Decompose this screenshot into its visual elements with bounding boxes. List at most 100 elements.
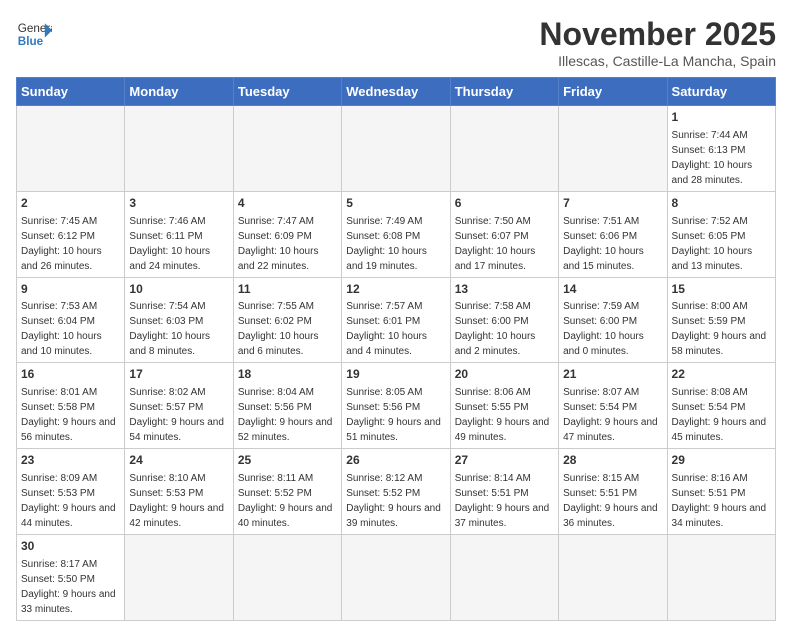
calendar-cell (125, 106, 233, 192)
day-info: Sunrise: 7:50 AM Sunset: 6:07 PM Dayligh… (455, 214, 554, 274)
day-info: Sunrise: 8:01 AM Sunset: 5:58 PM Dayligh… (21, 385, 120, 445)
day-info: Sunrise: 8:14 AM Sunset: 5:51 PM Dayligh… (455, 471, 554, 531)
calendar-cell: 21Sunrise: 8:07 AM Sunset: 5:54 PM Dayli… (559, 363, 667, 449)
day-info: Sunrise: 8:02 AM Sunset: 5:57 PM Dayligh… (129, 385, 228, 445)
day-info: Sunrise: 7:46 AM Sunset: 6:11 PM Dayligh… (129, 214, 228, 274)
day-info: Sunrise: 7:54 AM Sunset: 6:03 PM Dayligh… (129, 299, 228, 359)
day-number: 18 (238, 366, 337, 383)
day-number: 26 (346, 452, 445, 469)
weekday-header: Monday (125, 78, 233, 106)
day-info: Sunrise: 7:49 AM Sunset: 6:08 PM Dayligh… (346, 214, 445, 274)
calendar-cell (233, 534, 341, 620)
calendar-cell: 22 Sunrise: 8:08 AM Sunset: 5:54 PM Dayli… (667, 363, 775, 449)
day-info: Sunrise: 8:00 AM Sunset: 5:59 PM Dayligh… (672, 299, 771, 359)
calendar-cell (233, 106, 341, 192)
title-area: November 2025 Illescas, Castille-La Manc… (539, 16, 776, 69)
day-number: 30 (21, 538, 120, 555)
calendar-cell (559, 534, 667, 620)
day-info: Sunrise: 7:57 AM Sunset: 6:01 PM Dayligh… (346, 299, 445, 359)
calendar-cell (667, 534, 775, 620)
calendar-cell: 29Sunrise: 8:16 AM Sunset: 5:51 PM Dayli… (667, 449, 775, 535)
calendar-cell: 5 Sunrise: 7:49 AM Sunset: 6:08 PM Daylig… (342, 191, 450, 277)
calendar-cell: 27Sunrise: 8:14 AM Sunset: 5:51 PM Dayli… (450, 449, 558, 535)
day-number: 13 (455, 281, 554, 298)
calendar-cell: 1 Sunrise: 7:44 AM Sunset: 6:13 PM Daylig… (667, 106, 775, 192)
day-info: Sunrise: 7:51 AM Sunset: 6:06 PM Dayligh… (563, 214, 662, 274)
calendar-cell: 15Sunrise: 8:00 AM Sunset: 5:59 PM Dayli… (667, 277, 775, 363)
day-number: 17 (129, 366, 228, 383)
week-row: 2 Sunrise: 7:45 AM Sunset: 6:12 PM Daylig… (17, 191, 776, 277)
calendar-cell: 16 Sunrise: 8:01 AM Sunset: 5:58 PM Dayli… (17, 363, 125, 449)
calendar-cell: 19 Sunrise: 8:05 AM Sunset: 5:56 PM Dayli… (342, 363, 450, 449)
weekday-header: Sunday (17, 78, 125, 106)
day-number: 5 (346, 195, 445, 212)
day-number: 2 (21, 195, 120, 212)
day-info: Sunrise: 7:53 AM Sunset: 6:04 PM Dayligh… (21, 299, 120, 359)
calendar-cell: 20Sunrise: 8:06 AM Sunset: 5:55 PM Dayli… (450, 363, 558, 449)
day-info: Sunrise: 8:10 AM Sunset: 5:53 PM Dayligh… (129, 471, 228, 531)
month-title: November 2025 (539, 16, 776, 53)
day-number: 12 (346, 281, 445, 298)
calendar-cell: 6Sunrise: 7:50 AM Sunset: 6:07 PM Daylig… (450, 191, 558, 277)
day-info: Sunrise: 8:15 AM Sunset: 5:51 PM Dayligh… (563, 471, 662, 531)
day-number: 15 (672, 281, 771, 298)
weekday-header: Wednesday (342, 78, 450, 106)
calendar-cell: 7 Sunrise: 7:51 AM Sunset: 6:06 PM Daylig… (559, 191, 667, 277)
day-number: 24 (129, 452, 228, 469)
day-number: 22 (672, 366, 771, 383)
calendar-cell: 2 Sunrise: 7:45 AM Sunset: 6:12 PM Daylig… (17, 191, 125, 277)
day-number: 16 (21, 366, 120, 383)
svg-text:Blue: Blue (18, 35, 44, 48)
day-info: Sunrise: 7:52 AM Sunset: 6:05 PM Dayligh… (672, 214, 771, 274)
calendar-cell: 25 Sunrise: 8:11 AM Sunset: 5:52 PM Dayli… (233, 449, 341, 535)
calendar-cell: 30 Sunrise: 8:17 AM Sunset: 5:50 PM Dayli… (17, 534, 125, 620)
day-number: 4 (238, 195, 337, 212)
week-row: 1 Sunrise: 7:44 AM Sunset: 6:13 PM Daylig… (17, 106, 776, 192)
day-info: Sunrise: 8:17 AM Sunset: 5:50 PM Dayligh… (21, 557, 120, 617)
day-info: Sunrise: 8:11 AM Sunset: 5:52 PM Dayligh… (238, 471, 337, 531)
calendar-cell: 13Sunrise: 7:58 AM Sunset: 6:00 PM Dayli… (450, 277, 558, 363)
week-row: 30 Sunrise: 8:17 AM Sunset: 5:50 PM Dayli… (17, 534, 776, 620)
day-info: Sunrise: 7:47 AM Sunset: 6:09 PM Dayligh… (238, 214, 337, 274)
day-info: Sunrise: 8:05 AM Sunset: 5:56 PM Dayligh… (346, 385, 445, 445)
calendar-cell (125, 534, 233, 620)
calendar-cell: 14Sunrise: 7:59 AM Sunset: 6:00 PM Dayli… (559, 277, 667, 363)
day-number: 3 (129, 195, 228, 212)
week-row: 23Sunrise: 8:09 AM Sunset: 5:53 PM Dayli… (17, 449, 776, 535)
calendar-cell: 18 Sunrise: 8:04 AM Sunset: 5:56 PM Dayli… (233, 363, 341, 449)
day-number: 29 (672, 452, 771, 469)
calendar-cell (342, 106, 450, 192)
day-number: 7 (563, 195, 662, 212)
day-info: Sunrise: 7:59 AM Sunset: 6:00 PM Dayligh… (563, 299, 662, 359)
day-number: 10 (129, 281, 228, 298)
calendar-cell: 11Sunrise: 7:55 AM Sunset: 6:02 PM Dayli… (233, 277, 341, 363)
day-info: Sunrise: 8:06 AM Sunset: 5:55 PM Dayligh… (455, 385, 554, 445)
calendar-cell (450, 534, 558, 620)
calendar-cell: 8 Sunrise: 7:52 AM Sunset: 6:05 PM Daylig… (667, 191, 775, 277)
day-number: 23 (21, 452, 120, 469)
calendar-cell: 23Sunrise: 8:09 AM Sunset: 5:53 PM Dayli… (17, 449, 125, 535)
weekday-header: Saturday (667, 78, 775, 106)
calendar-cell: 3 Sunrise: 7:46 AM Sunset: 6:11 PM Daylig… (125, 191, 233, 277)
day-number: 1 (672, 109, 771, 126)
day-info: Sunrise: 8:04 AM Sunset: 5:56 PM Dayligh… (238, 385, 337, 445)
calendar-cell: 17 Sunrise: 8:02 AM Sunset: 5:57 PM Dayli… (125, 363, 233, 449)
day-number: 14 (563, 281, 662, 298)
calendar-cell: 28 Sunrise: 8:15 AM Sunset: 5:51 PM Dayli… (559, 449, 667, 535)
day-number: 11 (238, 281, 337, 298)
day-number: 25 (238, 452, 337, 469)
logo-icon: General Blue (16, 16, 52, 52)
week-row: 16 Sunrise: 8:01 AM Sunset: 5:58 PM Dayli… (17, 363, 776, 449)
weekday-header: Thursday (450, 78, 558, 106)
day-number: 21 (563, 366, 662, 383)
day-number: 28 (563, 452, 662, 469)
day-info: Sunrise: 8:08 AM Sunset: 5:54 PM Dayligh… (672, 385, 771, 445)
day-info: Sunrise: 7:58 AM Sunset: 6:00 PM Dayligh… (455, 299, 554, 359)
day-number: 8 (672, 195, 771, 212)
day-info: Sunrise: 7:55 AM Sunset: 6:02 PM Dayligh… (238, 299, 337, 359)
day-info: Sunrise: 7:44 AM Sunset: 6:13 PM Dayligh… (672, 128, 771, 188)
weekday-header-row: SundayMondayTuesdayWednesdayThursdayFrid… (17, 78, 776, 106)
day-number: 19 (346, 366, 445, 383)
calendar-cell: 4 Sunrise: 7:47 AM Sunset: 6:09 PM Daylig… (233, 191, 341, 277)
day-info: Sunrise: 7:45 AM Sunset: 6:12 PM Dayligh… (21, 214, 120, 274)
